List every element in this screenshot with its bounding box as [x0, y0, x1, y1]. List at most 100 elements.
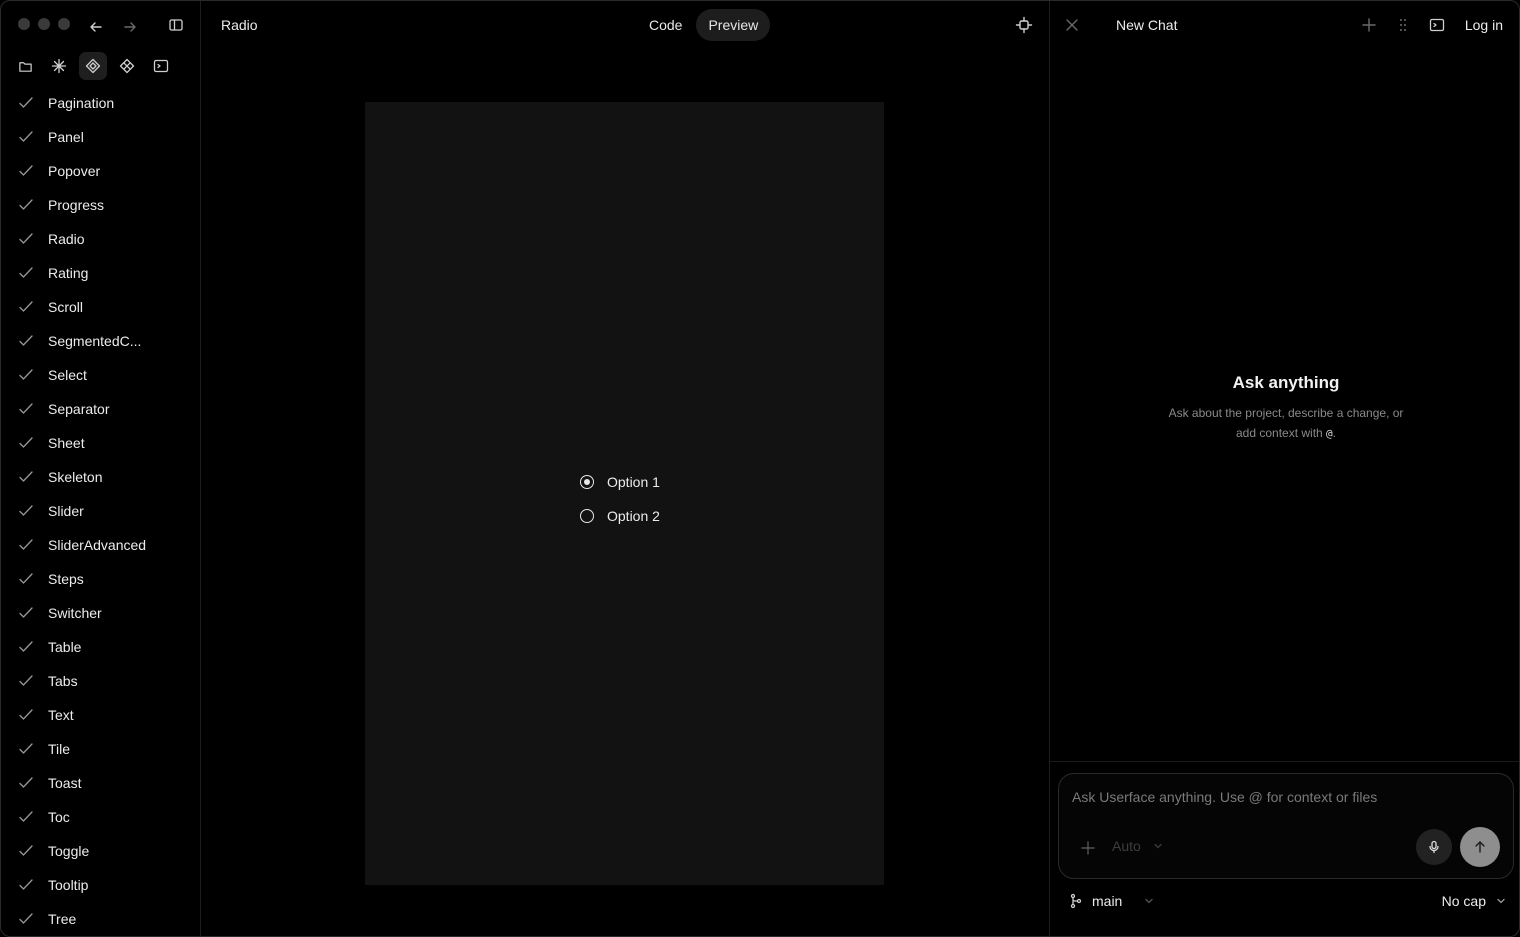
send-button[interactable]	[1460, 827, 1500, 867]
component-icon	[85, 58, 101, 74]
list-item[interactable]: Tabs	[1, 664, 200, 698]
voice-input-button[interactable]	[1416, 829, 1452, 865]
chevron-down-icon	[1145, 898, 1154, 904]
close-window-button[interactable]	[18, 18, 30, 30]
list-item[interactable]: Panel	[1, 120, 200, 154]
arrow-left-icon	[90, 22, 102, 32]
tab-code[interactable]: Code	[637, 9, 694, 41]
zoom-window-button[interactable]	[58, 18, 70, 30]
check-icon	[18, 843, 34, 859]
list-item[interactable]: Tree	[1, 902, 200, 936]
check-icon	[18, 163, 34, 179]
window-controls	[18, 18, 70, 30]
list-item[interactable]: Rating	[1, 256, 200, 290]
login-button[interactable]: Log in	[1465, 17, 1503, 33]
chat-title: New Chat	[1116, 17, 1178, 33]
list-item[interactable]: Skeleton	[1, 460, 200, 494]
list-item[interactable]: Toggle	[1, 834, 200, 868]
attach-button[interactable]	[1076, 836, 1100, 860]
list-item[interactable]: Sheet	[1, 426, 200, 460]
list-item[interactable]: Switcher	[1, 596, 200, 630]
drag-handle[interactable]	[1391, 13, 1415, 37]
list-item[interactable]: SegmentedC...	[1, 324, 200, 358]
radio-button-checked[interactable]	[580, 475, 594, 489]
check-icon	[18, 639, 34, 655]
list-item-label: Steps	[48, 571, 84, 587]
list-item[interactable]: Tooltip	[1, 868, 200, 902]
list-item[interactable]: Steps	[1, 562, 200, 596]
radio-option-2[interactable]: Option 2	[580, 499, 660, 533]
ai-tab[interactable]	[45, 52, 73, 80]
terminal-tab[interactable]	[147, 52, 175, 80]
minimize-window-button[interactable]	[38, 18, 50, 30]
list-item[interactable]: Scroll	[1, 290, 200, 324]
check-icon	[18, 707, 34, 723]
list-item-label: SliderAdvanced	[48, 537, 147, 553]
list-item[interactable]: Separator	[1, 392, 200, 426]
list-item-label: Toc	[48, 809, 70, 825]
list-item-label: Select	[48, 367, 87, 383]
list-item-label: Toast	[48, 775, 82, 791]
list-item-label: Popover	[48, 163, 101, 179]
inspect-button[interactable]	[1012, 13, 1036, 37]
check-icon	[18, 605, 34, 621]
check-icon	[18, 537, 34, 553]
files-tab[interactable]	[11, 52, 39, 80]
forward-button[interactable]	[118, 15, 142, 39]
list-item[interactable]: Toc	[1, 800, 200, 834]
components-tab[interactable]	[79, 52, 107, 80]
page-title: Radio	[221, 17, 258, 33]
radio-group: Option 1 Option 2	[580, 465, 660, 533]
chat-panel: New Chat Log in Ask anything Ask about t…	[1049, 1, 1519, 936]
variants-tab[interactable]	[113, 52, 141, 80]
list-item[interactable]: Tile	[1, 732, 200, 766]
close-chat-button[interactable]	[1060, 13, 1084, 37]
terminal-button[interactable]	[1425, 13, 1449, 37]
divider	[1050, 761, 1519, 762]
list-item[interactable]: Slider	[1, 494, 200, 528]
list-item[interactable]: Progress	[1, 188, 200, 222]
list-item-label: Slider	[48, 503, 84, 519]
branch-label: main	[1092, 893, 1123, 909]
check-icon	[18, 129, 34, 145]
list-item[interactable]: Pagination	[1, 86, 200, 120]
variants-icon	[119, 58, 135, 74]
sidebar-toggle-button[interactable]	[164, 13, 188, 37]
terminal-icon	[153, 59, 169, 73]
radio-button[interactable]	[580, 509, 594, 523]
check-icon	[18, 809, 34, 825]
sparkle-icon	[51, 58, 67, 74]
radio-option-1[interactable]: Option 1	[580, 465, 660, 499]
at-symbol: @	[1326, 427, 1333, 440]
list-item-label: Switcher	[48, 605, 102, 621]
list-item[interactable]: Popover	[1, 154, 200, 188]
list-item-label: Tabs	[48, 673, 78, 689]
list-item[interactable]: Table	[1, 630, 200, 664]
list-item[interactable]: Text	[1, 698, 200, 732]
empty-desc-end: .	[1332, 426, 1337, 440]
check-icon	[18, 741, 34, 757]
chat-actions: Log in	[1357, 13, 1503, 37]
app-window: Pagination Panel Popover Progress Radio …	[0, 0, 1520, 937]
back-button[interactable]	[84, 15, 108, 39]
tab-preview[interactable]: Preview	[696, 9, 771, 41]
branch-select[interactable]: main	[1068, 893, 1154, 909]
model-select[interactable]: Auto	[1112, 838, 1163, 854]
cap-select[interactable]: No cap	[1442, 893, 1506, 909]
new-chat-button[interactable]	[1357, 13, 1381, 37]
list-item[interactable]: Select	[1, 358, 200, 392]
list-item-label: Text	[48, 707, 74, 723]
list-item-label: SegmentedC...	[48, 333, 142, 349]
list-item[interactable]: Toast	[1, 766, 200, 800]
check-icon	[18, 95, 34, 111]
check-icon	[18, 401, 34, 417]
check-icon	[18, 503, 34, 519]
list-item[interactable]: Radio	[1, 222, 200, 256]
chat-input[interactable]	[1072, 789, 1492, 805]
sidebar-toolbar	[11, 52, 175, 80]
preview-canvas: Option 1 Option 2	[365, 102, 884, 885]
sidebar-icon	[169, 19, 183, 31]
check-icon	[18, 197, 34, 213]
chat-composer: Auto	[1058, 773, 1514, 879]
list-item[interactable]: SliderAdvanced	[1, 528, 200, 562]
